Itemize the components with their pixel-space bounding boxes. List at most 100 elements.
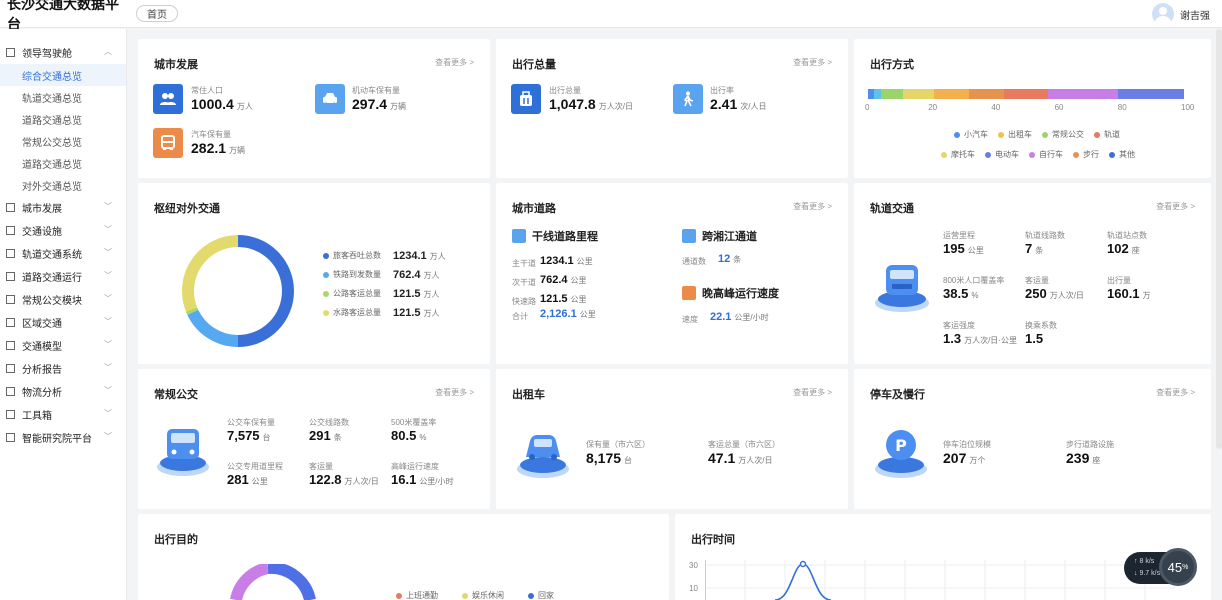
sidebar-item-0-3[interactable]: 常规公交总览 [0,130,126,152]
legend-item[interactable]: 自行车 [1029,149,1063,160]
motor-value: 297.4 万辆 [352,96,407,112]
sidebar-group-6[interactable]: 区域交通 ﹀ [0,311,126,334]
legend-item[interactable]: 上班通勤 [396,590,438,600]
sidebar-group-label: 轨道交通系统 [22,250,82,261]
mileage-row-value: 1234.1 公里 [540,255,593,267]
legend-item[interactable]: 小汽车 [954,129,988,140]
bus-more-link[interactable]: 查看更多 > [435,387,474,398]
sidebar-group-1[interactable]: 城市发展 ﹀ [0,196,126,219]
menu-group-icon [6,295,15,304]
hub-donut-slice[interactable] [185,307,199,315]
parking-more-link[interactable]: 查看更多 > [1156,387,1195,398]
scrollbar[interactable] [1216,29,1222,449]
trips-more-link[interactable]: 查看更多 > [793,57,832,68]
sidebar-group-label: 工具箱 [22,411,52,422]
population-label: 常住人口 [191,86,223,95]
sidebar-group-8[interactable]: 分析报告 ﹀ [0,357,126,380]
mode-axis-tick: 80 [1117,103,1127,112]
legend-item[interactable]: 轨道 [1094,129,1120,140]
sidebar-group-5[interactable]: 常规公交模块 ﹀ [0,288,126,311]
mode-bar-segment [1003,89,1049,99]
network-speed-widget[interactable]: ↑ 8 k/s ↓ 9.7 k/s 45% [1124,548,1197,586]
legend-item[interactable]: 娱乐休闲 [462,590,504,600]
sidebar-group-label: 道路交通运行 [22,273,82,284]
time-line-chart [705,560,1175,600]
walk-icon [673,84,703,114]
peak-header: 晚高峰运行速度 [682,285,779,301]
mode-axis-tick: 0 [865,103,870,112]
home-tab[interactable]: 首页 [136,5,178,22]
mode-axis-tick: 100 [1181,103,1195,112]
legend-item[interactable]: 其他 [1109,149,1135,160]
sidebar-item-0-4[interactable]: 道路交通总览 [0,152,126,174]
sidebar-item-0-1[interactable]: 轨道交通总览 [0,86,126,108]
legend-dot [998,131,1004,138]
time-peak-point [799,560,807,568]
hub-legend-label: 铁路到发数量 [333,270,381,279]
road-more-link[interactable]: 查看更多 > [793,201,832,212]
stat-value: 16.1 公里/小时 [391,472,454,487]
sidebar-group-3[interactable]: 轨道交通系统 ﹀ [0,242,126,265]
legend-item[interactable]: 电动车 [985,149,1019,160]
sidebar-group-label: 交通模型 [22,342,62,353]
auto-label: 汽车保有量 [191,130,231,139]
legend-item[interactable]: 出租车 [998,129,1032,140]
legend-dot [462,592,468,599]
rail-card: 轨道交通 查看更多 > 运营里程 195 公里 轨道线路数 7 条 轨道站点数 102 座 800… [854,183,1211,364]
taxi-more-link[interactable]: 查看更多 > [793,387,832,398]
legend-item[interactable]: 步行 [1073,149,1099,160]
user-name[interactable]: 谢吉强 [1180,7,1210,22]
mode-bar-segment [902,89,935,99]
hub-title: 枢纽对外交通 [154,203,220,215]
car-icon [315,84,345,114]
rail-more-link[interactable]: 查看更多 > [1156,201,1195,212]
legend-item[interactable]: 摩托车 [941,149,975,160]
mode-title: 出行方式 [870,59,914,71]
trips-title: 出行总量 [512,59,556,71]
sidebar-group-10[interactable]: 工具箱 ﹀ [0,403,126,426]
hub-legend-item: 铁路到发数量 762.4 万人 [323,269,473,281]
sidebar-group-11[interactable]: 智能研究院平台 ﹀ [0,426,126,449]
sidebar-group-2[interactable]: 交通设施 ﹀ [0,219,126,242]
stat-value: 281 公里 [227,472,268,487]
stat-label: 500米覆盖率 [391,418,437,427]
stat-value: 102 座 [1107,241,1140,256]
legend-item[interactable]: 回家 [528,590,554,600]
top-bar: 长沙交通大数据平台 首页 谢吉强 [0,0,1222,32]
avatar[interactable] [1152,3,1174,25]
stat-label: 高峰运行速度 [391,462,439,471]
sidebar-group-9[interactable]: 物流分析 ﹀ [0,380,126,403]
road-sign-icon [512,229,526,243]
legend-dot [323,290,329,297]
mode-axis-tick: 20 [928,103,938,112]
hub-legend-value: 1234.1 万人 [393,249,446,262]
stat-label: 800米人口覆盖率 [943,276,1005,285]
sidebar-item-0-5[interactable]: 对外交通总览 [0,174,126,196]
stat-label: 客运强度 [943,321,975,330]
hub-donut-slice[interactable] [237,235,294,347]
svg-text:P: P [895,436,907,455]
legend-dot [396,592,402,599]
mode-card: 出行方式 0 20 40 60 80 100 小汽车 出租车 常规公交 轨道 摩托车 电动车 自行车… [854,39,1211,178]
hub-donut-slice[interactable] [187,309,239,347]
legend-dot [323,309,329,316]
city-more-link[interactable]: 查看更多 > [435,57,474,68]
stat-value: 250 万人次/日 [1025,286,1084,301]
sidebar-group-7[interactable]: 交通模型 ﹀ [0,334,126,357]
legend-dot [1109,151,1115,158]
chevron-up-icon: ︿ [104,47,112,56]
stat-label: 换乘系数 [1025,321,1057,330]
chevron-down-icon: ﹀ [104,363,112,372]
sidebar-group-0[interactable]: 领导驾驶舱 ︿ [0,41,126,64]
mode-axis-tick: 60 [1054,103,1064,112]
purpose-legend: 上班通勤 娱乐休闲 回家 [396,590,554,600]
city-card: 城市发展 查看更多 > 常住人口 1000.4 万人 机动车保有量 297.4 万辆… [138,39,490,178]
menu-group-icon [6,272,15,281]
sidebar-item-0-2[interactable]: 道路交通总览 [0,108,126,130]
sidebar-item-0-0[interactable]: 综合交通总览 [0,64,126,86]
legend-item[interactable]: 常规公交 [1042,129,1084,140]
road-card: 城市道路 查看更多 > 干线道路里程 主干道 1234.1 公里 次干道 762.4 公里… [496,183,848,364]
hub-donut-slice[interactable] [182,235,239,312]
sidebar-group-4[interactable]: 道路交通运行 ﹀ [0,265,126,288]
user-menu[interactable]: 谢吉强 [1152,3,1210,25]
